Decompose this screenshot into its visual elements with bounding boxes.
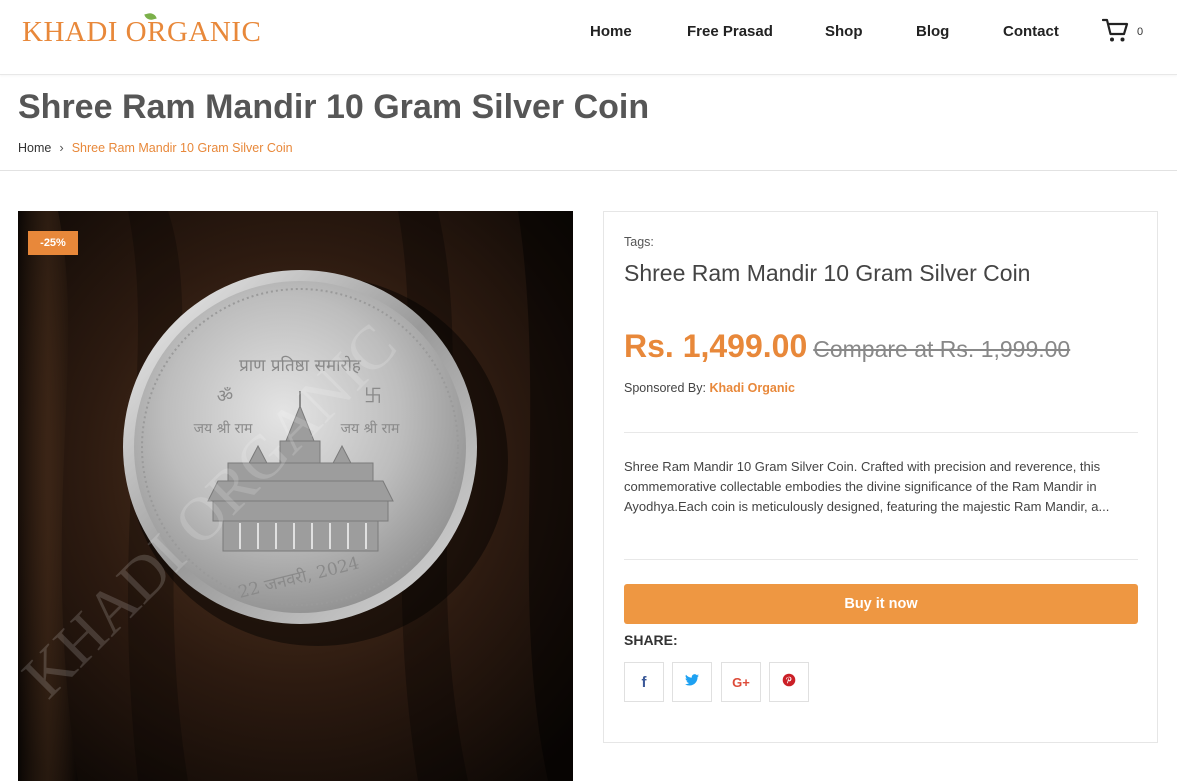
share-label: SHARE: [624,632,678,648]
sponsor-line: Sponsored By: Khadi Organic [624,381,795,395]
google-plus-icon: G+ [732,674,750,690]
breadcrumb-home[interactable]: Home [18,141,51,155]
share-google-plus-button[interactable]: G+ [721,662,761,702]
coin-right-text: जय श्री राम [341,420,400,437]
nav-item-free-prasad[interactable]: Free Prasad [687,23,773,40]
title-divider [0,170,1177,171]
pinterest-icon [782,673,796,692]
logo-text: KHADI ORGANIC [22,16,262,48]
breadcrumb-current: Shree Ram Mandir 10 Gram Silver Coin [71,141,293,155]
product-name: Shree Ram Mandir 10 Gram Silver Coin [624,260,1031,286]
share-twitter-button[interactable] [672,662,712,702]
chevron-right-icon: › [59,140,64,155]
product-info-panel: Tags: Shree Ram Mandir 10 Gram Silver Co… [603,211,1158,743]
breadcrumb: Home › Shree Ram Mandir 10 Gram Silver Coi… [18,140,293,155]
cart-count: 0 [1137,26,1144,38]
twitter-icon [685,673,699,691]
product-price: Rs. 1,499.00 [624,328,808,364]
sponsored-label: Sponsored By: [624,381,706,395]
facebook-icon: f [641,673,647,691]
share-facebook-button[interactable]: f [624,662,664,702]
nav-item-blog[interactable]: Blog [916,23,949,40]
page-title: Shree Ram Mandir 10 Gram Silver Coin [18,88,650,126]
discount-badge: -25% [28,231,78,255]
site-header: KHADI ORGANIC Home Free Prasad Shop Blog… [0,0,1177,75]
buy-now-button[interactable]: Buy it now [624,584,1138,624]
divider [624,432,1138,433]
product-image[interactable]: प्राण प्रतिष्ठा समारोह ॐ 卐 जय श्री राम ज… [18,211,573,781]
share-pinterest-button[interactable] [769,662,809,702]
compare-price: Compare at Rs. 1,999.00 [813,336,1071,362]
nav-item-contact[interactable]: Contact [1003,23,1059,40]
vendor-link[interactable]: Khadi Organic [709,381,794,395]
price-row: Rs. 1,499.00 Compare at Rs. 1,999.00 [624,328,1070,365]
product-description: Shree Ram Mandir 10 Gram Silver Coin. Cr… [624,459,1110,514]
tags-label: Tags: [624,235,654,249]
nav-item-shop[interactable]: Shop [825,23,863,40]
site-logo[interactable]: KHADI ORGANIC [22,11,262,49]
coin-om-symbol: ॐ [217,386,233,407]
nav-item-home[interactable]: Home [590,23,632,40]
cart-icon[interactable] [1101,17,1130,45]
divider [624,559,1138,560]
